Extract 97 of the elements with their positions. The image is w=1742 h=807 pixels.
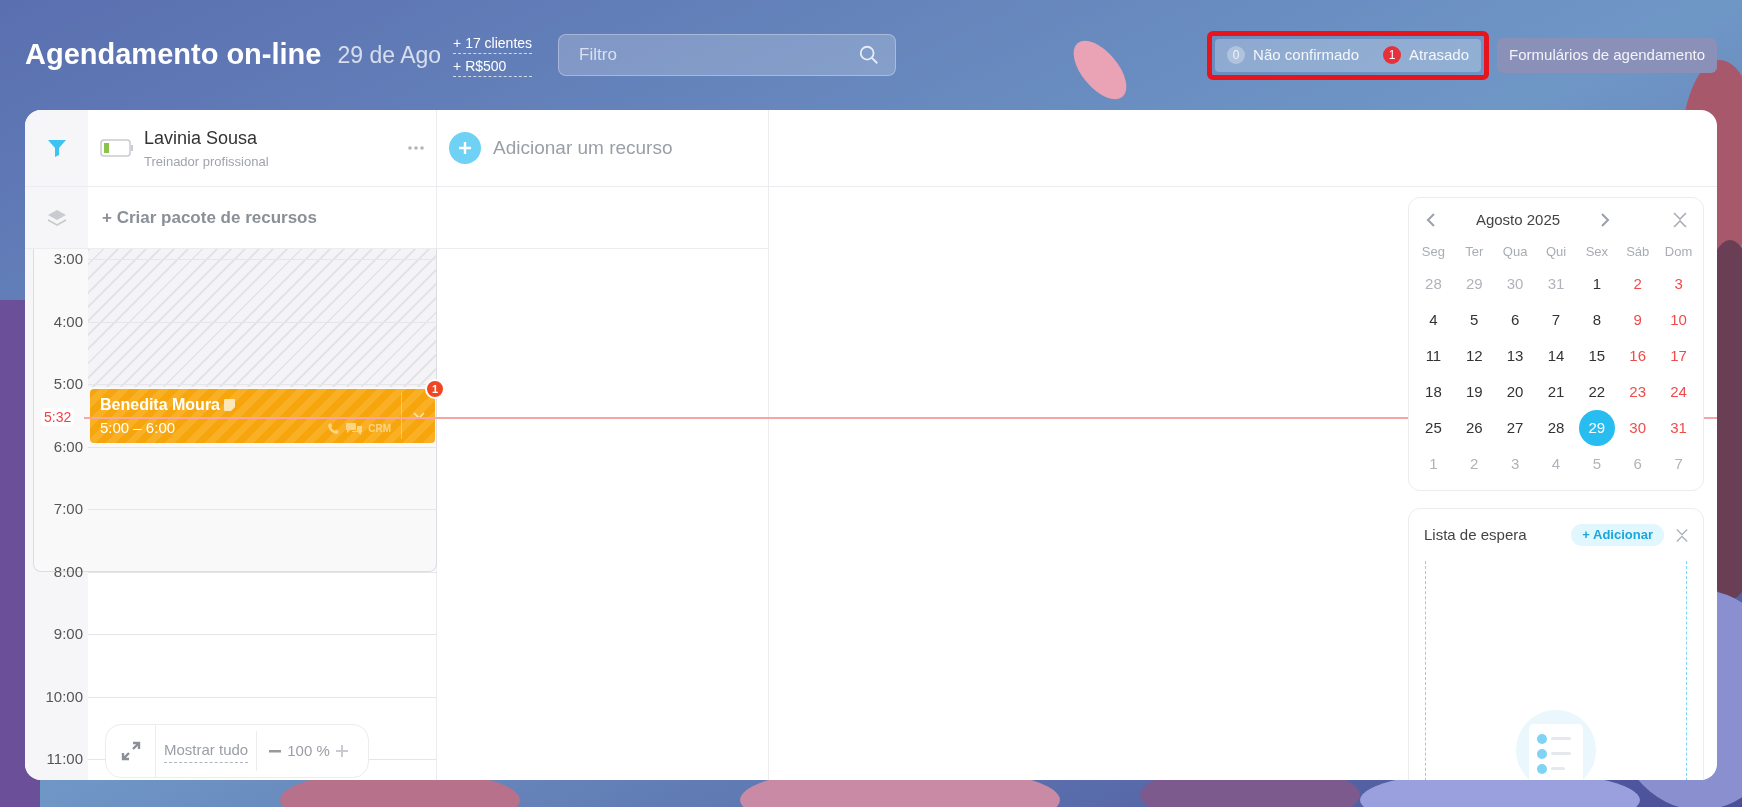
- add-resource-button[interactable]: Adicionar um recurso: [437, 110, 769, 187]
- hour-label: 8:00: [52, 562, 83, 581]
- calendar-day[interactable]: 16: [1619, 338, 1656, 374]
- current-time-label: 5:32: [41, 408, 75, 427]
- calendar-day[interactable]: 14: [1538, 338, 1574, 374]
- weekday-label: Qui: [1544, 243, 1568, 261]
- waitlist-title: Lista de espera: [1424, 524, 1528, 545]
- calendar-day[interactable]: 7: [1538, 302, 1574, 338]
- zoom-value: 100 %: [287, 740, 330, 761]
- calendar-day[interactable]: 19: [1456, 374, 1493, 410]
- hour-label: 5:00: [52, 375, 83, 393]
- calendar-day[interactable]: 9: [1619, 302, 1656, 338]
- client-name: Benedita Moura: [100, 395, 220, 415]
- stat-link[interactable]: + 17 clientes: [453, 33, 533, 54]
- calendar-day[interactable]: 24: [1660, 374, 1697, 410]
- appointment-time: 5:00 – 6:00: [100, 418, 177, 438]
- calendar-day[interactable]: 12: [1456, 338, 1493, 374]
- next-month-icon[interactable]: [1599, 212, 1611, 228]
- calendar-day[interactable]: 8: [1578, 302, 1615, 338]
- calendar-day[interactable]: 30: [1497, 266, 1534, 302]
- battery-icon: [100, 139, 134, 157]
- layers-icon[interactable]: [46, 208, 67, 227]
- calendar-day[interactable]: 26: [1456, 410, 1493, 446]
- weekday-label: Sáb: [1625, 243, 1651, 261]
- calendar-day[interactable]: 5: [1578, 446, 1615, 482]
- zoom-in-icon[interactable]: [335, 745, 348, 757]
- calendar-day[interactable]: 30: [1619, 410, 1656, 446]
- hour-label: 6:00: [52, 437, 83, 456]
- calendar-day[interactable]: 22: [1578, 374, 1615, 410]
- hour-label: 9:00: [52, 625, 83, 643]
- crm-label: CRM: [368, 421, 391, 436]
- weekday-label: Seg: [1420, 243, 1446, 261]
- note-icon: [224, 399, 235, 411]
- month-title: Agosto 2025: [1474, 209, 1562, 230]
- weekday-label: Qua: [1501, 243, 1529, 261]
- previous-month-icon[interactable]: [1425, 212, 1437, 228]
- calendar-day[interactable]: 17: [1660, 338, 1697, 374]
- calendar-day[interactable]: 31: [1660, 410, 1697, 446]
- filter-icon[interactable]: [46, 138, 67, 158]
- calendar-day[interactable]: 4: [1538, 446, 1574, 482]
- stat-link[interactable]: + R$500: [453, 56, 533, 77]
- collapse-icon[interactable]: [1673, 212, 1687, 228]
- calendar-day[interactable]: 28: [1538, 410, 1574, 446]
- weekday-label: Ter: [1464, 243, 1485, 261]
- calendar-day[interactable]: 23: [1619, 374, 1656, 410]
- calendar-day[interactable]: 5: [1456, 302, 1493, 338]
- show-all-link[interactable]: Mostrar tudo: [164, 739, 249, 763]
- hour-label: 11:00: [45, 750, 83, 768]
- hour-label: 7:00: [52, 500, 83, 518]
- create-package-button[interactable]: + Criar pacote de recursos: [102, 204, 317, 231]
- calendar-day[interactable]: 29: [1456, 266, 1493, 302]
- expand-icon: [120, 741, 141, 761]
- hour-label: 3:00: [52, 250, 83, 268]
- calendar-day[interactable]: 13: [1497, 338, 1534, 374]
- calendar-day[interactable]: 25: [1415, 410, 1452, 446]
- date-label: 29 de Ago: [337, 40, 442, 70]
- calendar-day[interactable]: 15: [1578, 338, 1615, 374]
- notification-badge: 1: [425, 379, 445, 399]
- forms-button[interactable]: Formulários de agendamento: [1497, 37, 1717, 73]
- weekday-label: Dom: [1663, 243, 1694, 261]
- more-icon[interactable]: [408, 146, 424, 150]
- calendar-day[interactable]: 20: [1497, 374, 1534, 410]
- calendar-day[interactable]: 11: [1415, 338, 1452, 374]
- collapse-icon[interactable]: [1676, 527, 1688, 543]
- weekday-label: Sex: [1584, 243, 1610, 261]
- calendar-day[interactable]: 10: [1660, 302, 1697, 338]
- calendar-day[interactable]: 29: [1578, 410, 1615, 446]
- phone-icon: [327, 421, 341, 435]
- calendar-day[interactable]: 1: [1415, 446, 1452, 482]
- calendar-day[interactable]: 31: [1538, 266, 1574, 302]
- chevron-down-icon[interactable]: [412, 412, 425, 420]
- calendar-day[interactable]: 21: [1538, 374, 1574, 410]
- search-icon: [858, 44, 881, 66]
- status-filter[interactable]: 1 Atrasado: [1383, 43, 1470, 67]
- add-button[interactable]: + Adicionar: [1571, 524, 1664, 546]
- zoom-out-icon[interactable]: [269, 749, 282, 753]
- calendar-day[interactable]: 2: [1456, 446, 1493, 482]
- status-filter[interactable]: 0 Não confirmado: [1227, 43, 1359, 67]
- calendar-day[interactable]: 27: [1497, 410, 1534, 446]
- chat-icon: [346, 421, 363, 435]
- calendar-day[interactable]: 1: [1578, 266, 1615, 302]
- calendar-day[interactable]: 3: [1497, 446, 1534, 482]
- hour-label: 4:00: [52, 312, 83, 331]
- calendar-day[interactable]: 28: [1415, 266, 1452, 302]
- resource-name: Lavinia Sousa: [144, 126, 259, 150]
- plus-circle-icon: [449, 132, 481, 164]
- calendar-day[interactable]: 6: [1497, 302, 1534, 338]
- count-badge: 0: [1227, 46, 1246, 64]
- calendar-day[interactable]: 4: [1415, 302, 1452, 338]
- hour-label: 10:00: [44, 687, 83, 706]
- resource-role: Treinador profissional: [144, 152, 270, 171]
- calendar-day[interactable]: 2: [1619, 266, 1656, 302]
- page-title: Agendamento on-line: [25, 37, 322, 73]
- calendar-day[interactable]: 3: [1660, 266, 1697, 302]
- calendar-day[interactable]: 7: [1660, 446, 1697, 482]
- calendar-day[interactable]: 18: [1415, 374, 1452, 410]
- calendar-day[interactable]: 6: [1619, 446, 1656, 482]
